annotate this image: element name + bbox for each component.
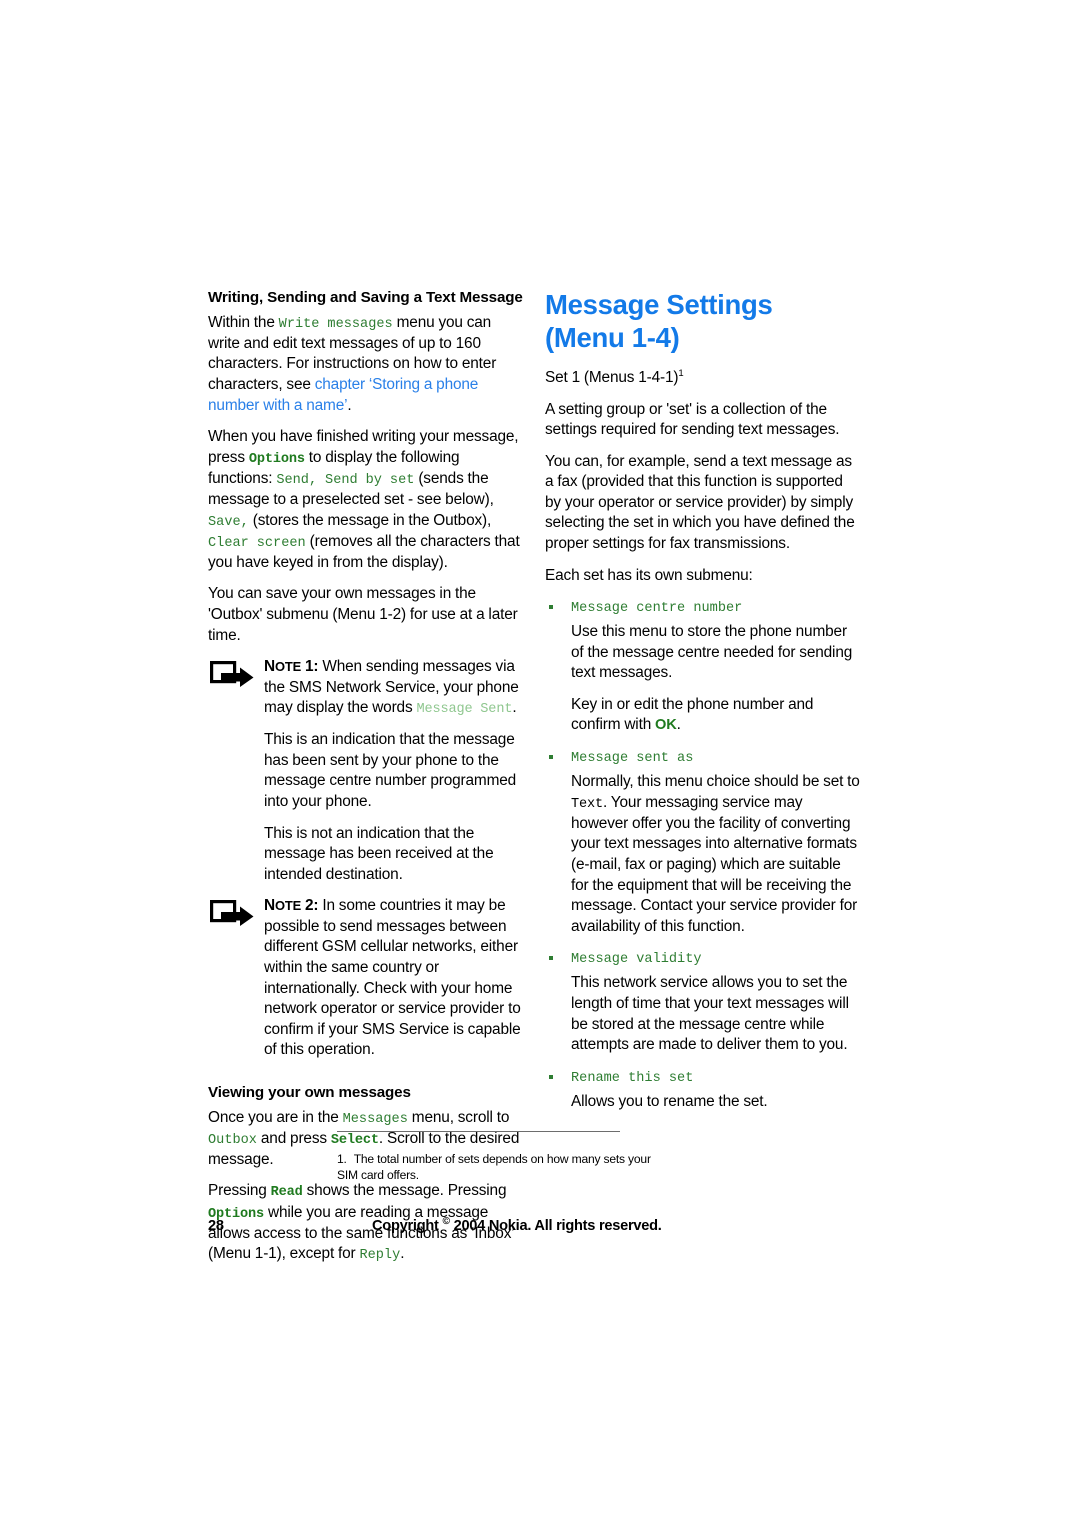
subheading-set-1: Set 1 (Menus 1-4-1)1 (545, 368, 861, 389)
softkey-read: Read (270, 1185, 303, 1201)
text-fragment: . (676, 716, 681, 734)
menu-item-reply: Reply (359, 1248, 401, 1264)
list-item: Rename this set (545, 1067, 861, 1088)
manual-page: Writing, Sending and Saving a Text Messa… (0, 0, 1080, 1528)
text-fragment: Key in or edit the phone number and conf… (571, 695, 814, 734)
list-item: Message sent as (545, 747, 861, 768)
footnote-separator (337, 1131, 620, 1132)
note-arrow-icon (210, 661, 256, 691)
status-text-message-sent: Message Sent (416, 702, 513, 718)
chapter-title: Message Settings (Menu 1-4) (545, 288, 861, 354)
bullet-dot-icon (549, 605, 553, 610)
right-column: Message Settings (Menu 1-4) Set 1 (Menus… (545, 288, 861, 1112)
chapter-title-line-2: (Menu 1-4) (545, 322, 680, 353)
note-block-2: NOTE 2: In some countries it may be poss… (208, 896, 524, 1061)
menu-item-write-messages: Write messages (278, 316, 393, 332)
menu-item-message-sent-as: Message sent as (571, 751, 694, 767)
note-block-1: NOTE 1: When sending messages via the SM… (208, 657, 524, 719)
menu-item-save: Save, (208, 514, 249, 530)
paragraph-options-functions: When you have finished writing your mess… (208, 427, 524, 573)
bullet-dot-icon (549, 755, 553, 760)
list-item-body: Key in or edit the phone number and conf… (545, 695, 861, 736)
text-fragment: Pressing (208, 1182, 271, 1200)
menu-item-message-validity: Message validity (571, 952, 702, 968)
text-fragment: . (400, 1245, 405, 1263)
footnote-marker: 1 (678, 367, 684, 379)
list-item-body: Use this menu to store the phone number … (571, 623, 853, 682)
paragraph-send-as-fax: You can, for example, send a text messag… (545, 452, 855, 552)
text-fragment: . Your messaging service may however off… (571, 793, 858, 935)
text-fragment: In some countries it may be possible to … (264, 897, 521, 1059)
menu-item-rename-this-set: Rename this set (571, 1070, 694, 1086)
copyright-prefix: Copyright (372, 1218, 439, 1234)
note-arrow-icon (210, 900, 256, 930)
text-fragment: menu, scroll to (407, 1108, 510, 1126)
section-heading-viewing-own-messages: Viewing your own messages (208, 1083, 411, 1101)
page-footer: 28 Copyright © 2004 Nokia. All rights re… (0, 1216, 1080, 1242)
subheading-text: Set 1 (Menus 1-4-1) (545, 369, 679, 386)
list-item: Message validity (545, 948, 861, 969)
left-column: Writing, Sending and Saving a Text Messa… (208, 288, 524, 1265)
copyright-symbol: © (442, 1216, 450, 1228)
text-fragment: . (512, 699, 517, 717)
paragraph-within-write-messages: Within the Write messages menu you can w… (208, 313, 524, 416)
list-item-body: Normally, this menu choice should be set… (545, 772, 861, 937)
note-2-label: NOTE 2: (264, 897, 319, 915)
note-1-text: NOTE 1: When sending messages via the SM… (264, 657, 524, 719)
bullet-dot-icon (549, 956, 553, 961)
text-fragment: (stores the message in the Outbox), (248, 511, 492, 529)
note-2-text: NOTE 2: In some countries it may be poss… (264, 896, 524, 1061)
bullet-dot-icon (549, 1074, 553, 1079)
text-fragment: . (347, 396, 352, 414)
text-fragment: Within the (208, 313, 279, 331)
menu-value-text: Text (571, 796, 604, 812)
text-fragment: Normally, this menu choice should be set… (571, 773, 860, 791)
page-number: 28 (208, 1218, 224, 1234)
menu-item-messages: Messages (342, 1111, 408, 1127)
note-1-subparagraph-1: This is an indication that the message h… (264, 731, 517, 811)
paragraph-save-own-messages: You can save your own messages in the 'O… (208, 585, 518, 644)
paragraph-setting-group-definition: A setting group or 'set' is a collection… (545, 400, 840, 439)
text-fragment: and press (256, 1129, 331, 1147)
note-1-label: NOTE 1: (264, 658, 319, 676)
softkey-options: Options (248, 451, 305, 467)
list-item-body: Allows you to rename the set. (571, 1092, 768, 1110)
footnote-text: The total number of sets depends on how … (337, 1152, 651, 1182)
chapter-title-line-1: Message Settings (545, 289, 773, 320)
softkey-select: Select (330, 1132, 379, 1148)
text-fragment: Once you are in the (208, 1108, 343, 1126)
text-fragment: shows the message. Pressing (302, 1182, 507, 1200)
menu-item-outbox: Outbox (208, 1132, 257, 1148)
copyright-rest: 2004 Nokia. All rights reserved. (453, 1218, 662, 1234)
list-item: Message centre number (545, 597, 861, 618)
section-heading-writing-sending-saving: Writing, Sending and Saving a Text Messa… (208, 289, 523, 306)
menu-item-clear-screen: Clear screen (208, 535, 306, 551)
footnote: 1. The total number of sets depends on ho… (337, 1152, 657, 1183)
menu-item-message-centre-number: Message centre number (571, 601, 743, 617)
note-1-subparagraph-2: This is not an indication that the messa… (264, 824, 494, 883)
softkey-ok: OK (655, 717, 677, 734)
menu-item-send-send-by-set: Send, Send by set (276, 472, 415, 488)
copyright-notice: Copyright © 2004 Nokia. All rights reser… (372, 1216, 662, 1234)
footnote-number: 1. (337, 1152, 347, 1166)
paragraph-each-set-submenu: Each set has its own submenu: (545, 566, 753, 584)
list-item-body: This network service allows you to set t… (571, 974, 849, 1054)
